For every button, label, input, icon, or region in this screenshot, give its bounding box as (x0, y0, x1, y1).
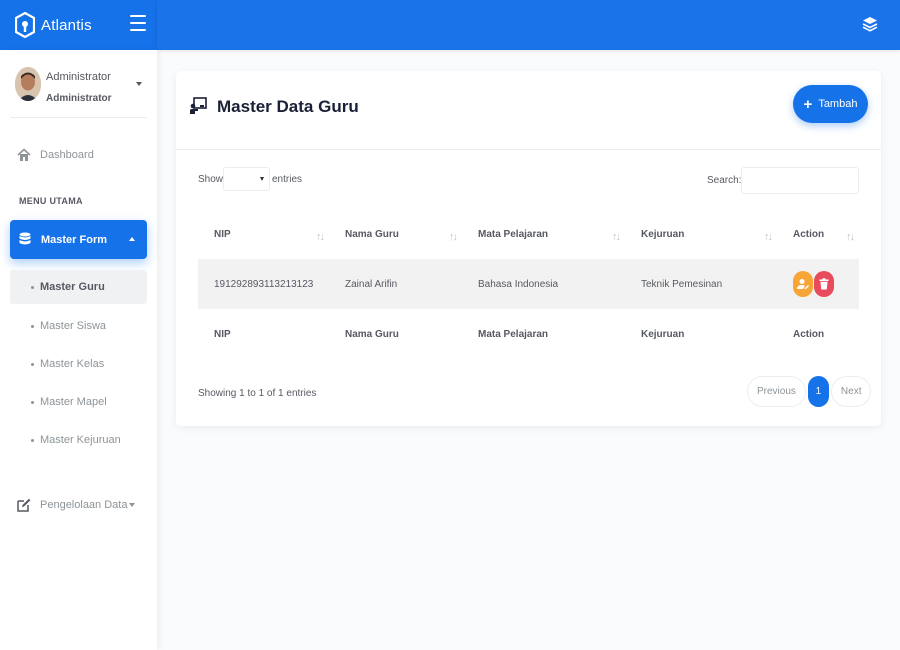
chevron-down-icon[interactable] (136, 82, 142, 86)
sidebar-subitem-master-guru[interactable]: Master Guru (10, 270, 147, 304)
sidebar-subitem-master-kejuruan[interactable]: Master Kejuruan (10, 423, 147, 457)
delete-button[interactable] (814, 271, 834, 297)
home-icon (17, 148, 31, 161)
edit-button[interactable] (793, 271, 813, 297)
footer-action: Action (793, 328, 825, 340)
column-header-kejuruan[interactable]: Kejuruan ↑↓ (625, 209, 777, 259)
chevron-down-icon (260, 177, 264, 181)
sidebar-subitem-master-siswa[interactable]: Master Siswa (10, 309, 147, 343)
chevron-up-icon (129, 237, 135, 241)
trash-icon (819, 278, 829, 290)
next-button[interactable]: Next (830, 376, 872, 407)
column-header-nip[interactable]: NIP ↑↓ (198, 209, 329, 259)
sidebar-item-label: Master Siswa (40, 320, 107, 332)
sidebar-item-label: Master Kejuruan (40, 434, 121, 446)
sidebar-item-label: Master Guru (40, 281, 105, 293)
user-name: Administrator (46, 71, 111, 83)
card-header: Master Data Guru + Tambah (176, 71, 881, 150)
sidebar-item-master-form[interactable]: Master Form (10, 220, 147, 259)
column-label: Action (793, 228, 825, 240)
user-edit-icon (797, 279, 809, 290)
search-input[interactable] (741, 167, 859, 194)
hamburger-icon[interactable] (130, 15, 146, 33)
user-panel[interactable]: Administrator Administrator (10, 50, 147, 118)
database-icon (19, 232, 31, 245)
add-button-label: Tambah (818, 98, 858, 110)
column-header-action[interactable]: Action ↑↓ (777, 209, 859, 259)
column-label: Nama Guru (345, 228, 399, 240)
sidebar-item-dashboard[interactable]: Dashboard (0, 140, 157, 170)
column-header-nama-guru[interactable]: Nama Guru ↑↓ (329, 209, 462, 259)
sidebar-item-pengelolaan-data[interactable]: Pengelolaan Data (0, 490, 157, 520)
previous-button[interactable]: Previous (747, 376, 806, 407)
show-label: Show (198, 174, 224, 185)
sidebar: Administrator Administrator Dashboard ME… (0, 50, 157, 650)
brand-name[interactable]: Atlantis (41, 17, 92, 34)
footer-kejuruan: Kejuruan (641, 328, 685, 340)
section-title: MENU UTAMA (19, 196, 83, 206)
column-label: Mata Pelajaran (478, 228, 549, 240)
footer-nip: NIP (214, 328, 231, 340)
sort-icon: ↑↓ (846, 231, 855, 243)
cell-mata-pelajaran: Bahasa Indonesia (462, 259, 625, 309)
cell-nip: 191292893113213123 (198, 259, 329, 309)
entries-select[interactable] (223, 167, 270, 191)
sidebar-subitem-master-mapel[interactable]: Master Mapel (10, 385, 147, 419)
page-1-button[interactable]: 1 (807, 376, 829, 407)
column-label: Kejuruan (641, 228, 685, 240)
cell-action (777, 259, 859, 309)
table-row: 191292893113213123 Zainal Arifin Bahasa … (198, 259, 859, 309)
sidebar-subitem-master-kelas[interactable]: Master Kelas (10, 347, 147, 381)
sidebar-item-label: Master Kelas (40, 358, 105, 370)
avatar (15, 67, 41, 101)
sidebar-item-label: Master Mapel (40, 396, 107, 408)
column-label: NIP (214, 228, 231, 240)
bullet-icon (31, 438, 34, 442)
entries-label: entries (272, 174, 303, 185)
guru-table: NIP ↑↓ Nama Guru ↑↓ Mata Pelajaran ↑↓ Kejur… (198, 209, 859, 359)
plus-icon: + (803, 95, 813, 113)
logo-bar: Atlantis (0, 0, 157, 50)
table-info: Showing 1 to 1 of 1 entries (198, 388, 317, 399)
layers-icon[interactable] (862, 16, 878, 32)
chevron-down-icon (129, 503, 135, 507)
cell-nama-guru: Zainal Arifin (329, 259, 462, 309)
atlantis-logo-icon (15, 12, 35, 38)
sort-icon: ↑↓ (449, 231, 458, 243)
bullet-icon (31, 400, 34, 404)
sidebar-item-label: Pengelolaan Data (40, 499, 128, 511)
chalkboard-teacher-icon (190, 97, 207, 114)
sidebar-item-label: Dashboard (40, 149, 94, 161)
bullet-icon (31, 362, 34, 366)
edit-icon (17, 498, 31, 512)
search-label: Search: (707, 175, 742, 186)
user-role: Administrator (46, 93, 112, 104)
footer-mata-pelajaran: Mata Pelajaran (478, 328, 549, 340)
top-navbar (157, 0, 900, 50)
page-title: Master Data Guru (217, 97, 359, 116)
footer-nama-guru: Nama Guru (345, 328, 399, 340)
sort-icon: ↑↓ (612, 231, 621, 243)
column-header-mata-pelajaran[interactable]: Mata Pelajaran ↑↓ (462, 209, 625, 259)
bullet-icon (31, 324, 34, 328)
cell-kejuruan: Teknik Pemesinan (625, 259, 777, 309)
bullet-icon (31, 285, 34, 289)
sort-icon: ↑↓ (764, 231, 773, 243)
sort-icon: ↑↓ (316, 231, 325, 243)
pagination: Previous 1 Next (747, 376, 873, 407)
master-data-guru-card: Master Data Guru + Tambah Show entries S… (176, 71, 881, 426)
add-button[interactable]: + Tambah (793, 85, 868, 123)
sidebar-item-label: Master Form (41, 233, 108, 246)
